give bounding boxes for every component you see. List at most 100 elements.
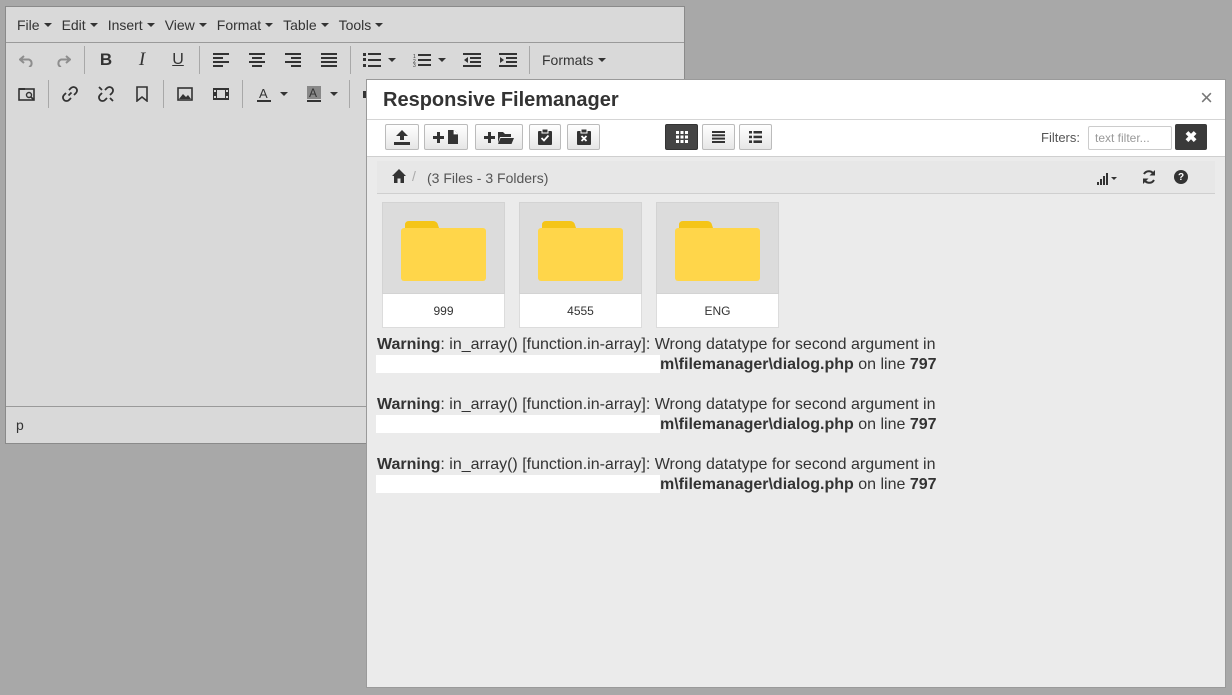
close-icon: × (1200, 85, 1213, 110)
remove-link-button[interactable] (91, 80, 121, 108)
folder-name: 999 (382, 294, 505, 328)
list-view-button[interactable] (702, 124, 735, 150)
menu-tools[interactable]: Tools (339, 17, 384, 33)
toolbar-divider (350, 46, 351, 74)
undo-button[interactable] (12, 46, 42, 74)
bullet-list-dropdown[interactable] (387, 46, 397, 74)
numbered-list-button[interactable]: 123 (407, 46, 437, 74)
redacted-path-block (376, 415, 660, 433)
align-right-icon (285, 53, 301, 67)
home-icon[interactable] (391, 168, 407, 184)
align-justify-button[interactable] (314, 46, 344, 74)
warning-line-number: 797 (909, 416, 937, 433)
clipboard-check-icon (538, 129, 552, 145)
film-icon (213, 88, 229, 100)
menu-tools-label: Tools (338, 16, 372, 33)
menu-insert-label: Insert (107, 16, 143, 33)
paste-button[interactable] (529, 124, 561, 150)
background-color-button[interactable]: A (299, 80, 329, 108)
element-path[interactable]: p (16, 417, 24, 433)
insert-image-button[interactable] (170, 80, 200, 108)
undo-icon (19, 55, 33, 67)
browse-folder-icon (18, 88, 35, 101)
folder-icon (401, 221, 486, 281)
grid-view-button[interactable] (665, 124, 698, 150)
list-icon (712, 131, 725, 143)
folder-name: ENG (656, 294, 779, 328)
toolbar-divider (163, 80, 164, 108)
indent-icon (499, 53, 517, 67)
clear-filter-button[interactable]: ✖ (1175, 124, 1207, 150)
menu-file-label: File (17, 16, 40, 33)
background-color-icon: A (307, 86, 321, 102)
folder-item[interactable]: 999 (382, 202, 505, 328)
menu-format[interactable]: Format (217, 17, 274, 33)
anchor-button[interactable] (127, 80, 157, 108)
numbered-list-icon: 123 (413, 54, 431, 67)
outdent-button[interactable] (457, 46, 487, 74)
close-button[interactable]: × (1200, 87, 1213, 109)
help-icon[interactable]: ? (1174, 170, 1188, 184)
new-folder-icon (484, 132, 514, 144)
new-folder-button[interactable] (475, 124, 523, 150)
menu-edit-label: Edit (61, 16, 86, 33)
warning-message: : in_array() [function.in-array]: Wrong … (440, 456, 936, 473)
toolbar-divider (349, 80, 350, 108)
warning-message: : in_array() [function.in-array]: Wrong … (440, 396, 936, 413)
align-left-button[interactable] (206, 46, 236, 74)
align-center-button[interactable] (242, 46, 272, 74)
align-justify-icon (321, 53, 337, 67)
warning-line-number: 797 (909, 476, 937, 493)
insert-link-button[interactable] (55, 80, 85, 108)
clear-icon: ✖ (1184, 129, 1198, 146)
folder-item[interactable]: 4555 (519, 202, 642, 328)
warning-line-text: on line (853, 416, 910, 433)
menu-table[interactable]: Table (283, 17, 329, 33)
menu-view-label: View (164, 16, 195, 33)
underline-button[interactable]: U (163, 46, 193, 74)
italic-button[interactable]: I (127, 46, 157, 74)
warning-label: Warning (377, 396, 441, 413)
indent-button[interactable] (493, 46, 523, 74)
filemanager-dialog: Responsive Filemanager × Filters: ✖ (366, 79, 1226, 688)
numbered-list-dropdown[interactable] (437, 46, 447, 74)
folder-thumbnail (656, 202, 779, 294)
warning-message: : in_array() [function.in-array]: Wrong … (440, 336, 936, 353)
formats-dropdown[interactable]: Formats (542, 52, 607, 68)
new-file-button[interactable] (424, 124, 468, 150)
file-browser-button[interactable] (12, 80, 42, 108)
toolbar-divider (48, 80, 49, 108)
columns-view-button[interactable] (739, 124, 772, 150)
align-right-button[interactable] (278, 46, 308, 74)
align-center-icon (249, 53, 265, 67)
grid-icon (675, 131, 688, 143)
warning-label: Warning (377, 336, 441, 353)
svg-text:A: A (309, 86, 317, 100)
upload-button[interactable] (385, 124, 419, 150)
bold-button[interactable]: B (91, 46, 121, 74)
warning-line-text: on line (853, 476, 910, 493)
text-color-dropdown[interactable] (279, 80, 289, 108)
warning-label: Warning (377, 456, 441, 473)
insert-media-button[interactable] (206, 80, 236, 108)
clear-clipboard-button[interactable] (567, 124, 600, 150)
folder-thumbnail (519, 202, 642, 294)
filter-input[interactable] (1088, 126, 1172, 150)
text-color-button[interactable]: A (249, 80, 279, 108)
menu-edit[interactable]: Edit (62, 17, 98, 33)
menu-file[interactable]: File (17, 17, 52, 33)
breadcrumb-separator: / (412, 168, 416, 184)
menu-view[interactable]: View (165, 17, 207, 33)
folder-item[interactable]: ENG (656, 202, 779, 328)
menu-insert[interactable]: Insert (108, 17, 155, 33)
th-list-icon (749, 131, 762, 143)
bullet-list-button[interactable] (357, 46, 387, 74)
toolbar-divider (84, 46, 85, 74)
warning-path: m\filemanager\dialog.php (660, 356, 854, 373)
sort-dropdown[interactable] (1097, 169, 1121, 185)
background-color-dropdown[interactable] (329, 80, 339, 108)
warning-path: m\filemanager\dialog.php (660, 416, 854, 433)
refresh-icon[interactable] (1141, 169, 1157, 185)
filemanager-toolbar: Filters: ✖ (367, 120, 1225, 157)
redo-button[interactable] (48, 46, 78, 74)
